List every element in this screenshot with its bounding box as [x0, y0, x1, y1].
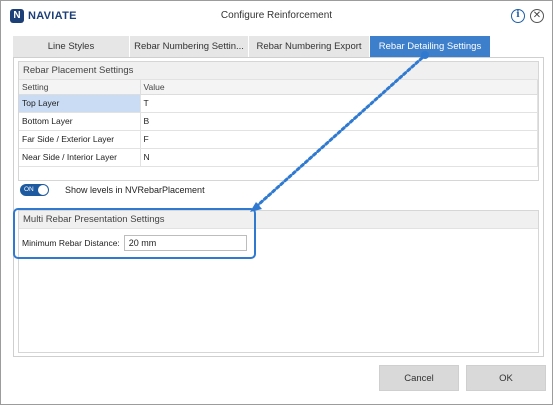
setting-cell[interactable]: Top Layer [19, 94, 141, 113]
close-icon[interactable]: ✕ [530, 9, 544, 23]
toggle-knob [38, 185, 48, 195]
setting-cell[interactable]: Bottom Layer [19, 112, 141, 131]
toggle-state-text: ON [24, 186, 34, 193]
column-header-value: Value [140, 80, 538, 95]
min-distance-row: Minimum Rebar Distance: [22, 235, 247, 251]
value-cell[interactable]: N [140, 148, 538, 167]
show-levels-row: ON Show levels in NVRebarPlacement [20, 184, 205, 196]
grid-header-row: Setting Value [19, 80, 538, 95]
tab-rebar-numbering-export[interactable]: Rebar Numbering Export [249, 36, 370, 57]
tab-rebar-numbering-settings[interactable]: Rebar Numbering Settin... [130, 36, 249, 57]
configure-reinforcement-dialog: N NAVIATE Configure Reinforcement i ✕ Li… [0, 0, 553, 405]
window-title: Configure Reinforcement [220, 10, 333, 21]
toggle-label: Show levels in NVRebarPlacement [65, 185, 205, 195]
table-row[interactable]: Near Side / Interior Layer N [19, 148, 538, 167]
rebar-placement-section: Rebar Placement Settings Setting Value T… [18, 61, 539, 181]
value-cell[interactable]: T [140, 94, 538, 113]
multi-rebar-section: Multi Rebar Presentation Settings Minimu… [18, 210, 539, 353]
setting-cell[interactable]: Near Side / Interior Layer [19, 148, 141, 167]
cancel-button[interactable]: Cancel [379, 365, 459, 391]
ok-button[interactable]: OK [466, 365, 546, 391]
table-row[interactable]: Top Layer T [19, 94, 538, 113]
title-bar: N NAVIATE Configure Reinforcement i ✕ [1, 1, 552, 31]
section-header: Multi Rebar Presentation Settings [19, 211, 538, 229]
info-icon[interactable]: i [511, 9, 525, 23]
min-distance-label: Minimum Rebar Distance: [22, 238, 120, 248]
setting-cell[interactable]: Far Side / Exterior Layer [19, 130, 141, 149]
value-cell[interactable]: F [140, 130, 538, 149]
tab-bar: Line Styles Rebar Numbering Settin... Re… [13, 36, 491, 57]
tab-content-panel: Rebar Placement Settings Setting Value T… [13, 57, 544, 357]
tab-line-styles[interactable]: Line Styles [13, 36, 130, 57]
min-distance-input[interactable] [123, 235, 247, 251]
table-row[interactable]: Bottom Layer B [19, 112, 538, 131]
section-header: Rebar Placement Settings [19, 62, 538, 80]
table-row[interactable]: Far Side / Exterior Layer F [19, 130, 538, 149]
tab-rebar-detailing-settings[interactable]: Rebar Detailing Settings [370, 36, 491, 57]
value-cell[interactable]: B [140, 112, 538, 131]
placement-grid: Setting Value Top Layer T Bottom Layer B… [19, 80, 538, 167]
show-levels-toggle[interactable]: ON [20, 184, 49, 196]
column-header-setting: Setting [19, 80, 141, 95]
